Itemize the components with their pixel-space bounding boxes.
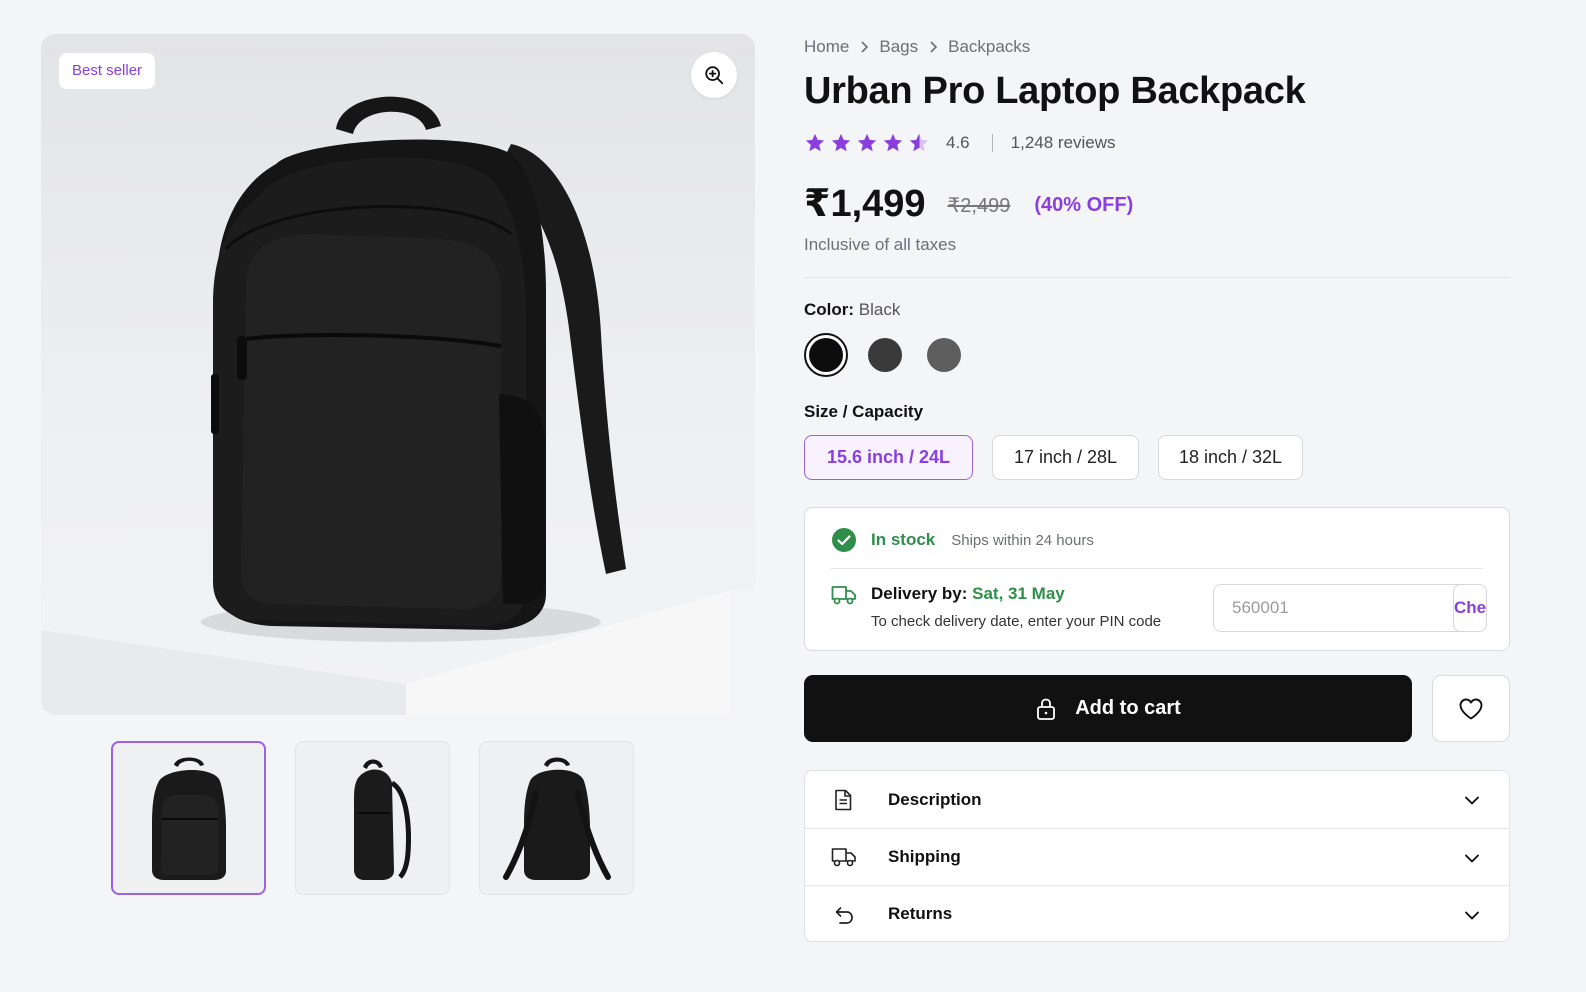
size-option-18[interactable]: 18 inch / 32L [1158,435,1303,480]
delivery-label: Delivery by: [871,584,968,603]
delivery-date: Sat, 31 May [972,584,1065,603]
section-divider [804,277,1510,278]
size-label: Size / Capacity [804,402,924,421]
stock-status: In stock [871,530,936,549]
thumbnail-side[interactable] [295,741,450,895]
check-circle-icon [832,528,856,552]
heart-icon [1459,698,1483,719]
chevron-down-icon [1465,854,1479,863]
swatch-color [868,338,902,372]
rating-divider [991,134,993,152]
delivery-hint: To check delivery date, enter your PIN c… [871,613,1162,630]
add-to-cart-label: Add to cart [1075,697,1181,719]
rating-row: 4.6 1,248 reviews [804,130,1116,156]
chevron-down-icon [1465,796,1479,805]
backpack-photo [41,96,755,715]
bag-lock-icon [1035,697,1057,721]
backpack-side-thumb [353,759,411,880]
breadcrumb: Home Bags Backpacks [804,36,1030,58]
star-icon [805,133,825,152]
zoom-button[interactable] [691,52,737,98]
accordion-returns[interactable]: Returns [805,885,1509,941]
color-label: Color: Black [804,300,900,320]
swatch-black[interactable] [804,333,848,377]
swatch-color [809,338,843,372]
add-to-cart-button[interactable]: Add to cart [804,675,1412,742]
tax-note: Inclusive of all taxes [804,235,957,254]
accordion-label: Shipping [888,847,961,866]
delivery-line: Delivery by: Sat, 31 May [871,584,1065,604]
review-count[interactable]: 1,248 reviews [1011,133,1116,153]
swatch-charcoal[interactable] [863,333,907,377]
current-price: ₹1,499 [804,182,926,225]
chevron-right-icon [928,41,938,53]
rating-value: 4.6 [946,133,970,152]
accordion-shipping[interactable]: Shipping [805,828,1509,885]
product-info-accordion: Description Shipping Returns [804,770,1510,942]
document-icon [835,789,852,811]
backpack-front-thumb [151,757,226,880]
availability-divider [831,568,1483,569]
product-title: Urban Pro Laptop Backpack [804,70,1306,112]
chevron-right-icon [859,41,869,53]
discount-percent: (40% OFF) [1034,193,1134,216]
ships-note: Ships within 24 hours [951,531,1094,549]
star-rating [804,132,930,154]
thumbnail-back[interactable] [479,741,634,895]
accordion-label: Description [888,789,982,809]
pin-code-input[interactable] [1214,585,1453,631]
thumbnail-front[interactable] [111,741,266,895]
original-price: ₹2,499 [947,194,1011,217]
check-pin-button[interactable]: Check [1453,585,1486,631]
zoom-in-icon [705,66,724,85]
breadcrumb-bags[interactable]: Bags [879,37,918,57]
star-icon [857,133,877,152]
half-star-icon [909,133,929,152]
size-option-17[interactable]: 17 inch / 28L [992,435,1139,480]
swatch-grey[interactable] [922,333,966,377]
stock-row: In stock Ships within 24 hours [831,527,1094,553]
size-option-15-6[interactable]: 15.6 inch / 24L [804,435,973,480]
accordion-label: Returns [888,904,953,923]
return-arrow-icon [835,907,853,924]
star-icon [883,133,903,152]
accordion-description[interactable]: Description [805,771,1509,828]
truck-icon [831,848,856,867]
backpack-back-thumb [502,757,611,880]
wishlist-button[interactable] [1432,675,1510,742]
color-label-text: Color: [804,300,855,319]
best-seller-badge: Best seller [59,53,156,89]
price-row: ₹1,499 ₹2,499 (40% OFF) [804,180,1133,226]
swatch-color [927,338,961,372]
selected-color: Black [858,300,901,319]
main-product-image[interactable]: Best seller [41,34,755,715]
breadcrumb-backpacks[interactable]: Backpacks [948,37,1030,57]
delivery-truck-icon [831,586,856,605]
chevron-down-icon [1465,911,1479,920]
pin-check-group: Check [1213,584,1487,632]
breadcrumb-home[interactable]: Home [804,37,849,57]
availability-box: In stock Ships within 24 hours Delivery … [804,507,1510,651]
star-icon [831,133,851,152]
